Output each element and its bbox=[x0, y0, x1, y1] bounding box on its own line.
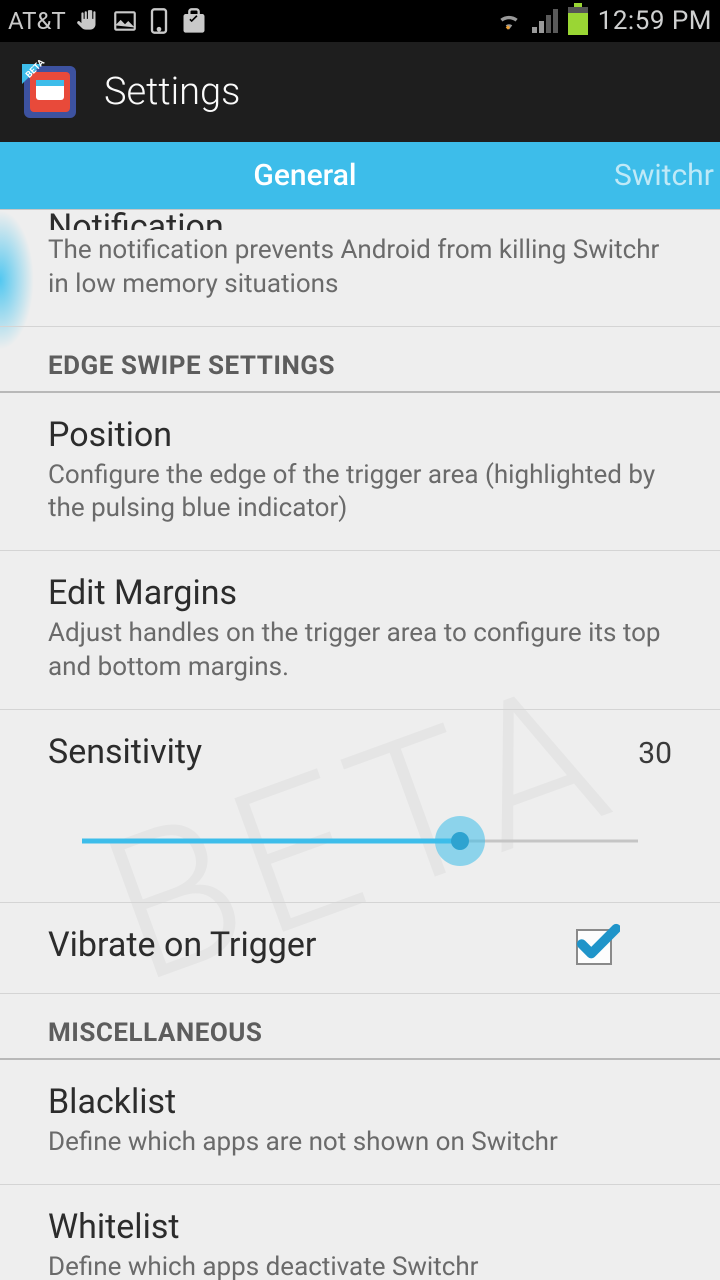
battery-icon bbox=[568, 7, 588, 35]
picture-icon bbox=[112, 8, 138, 34]
item-title: Blacklist bbox=[48, 1082, 672, 1122]
item-subtitle: Configure the edge of the trigger area (… bbox=[48, 459, 672, 527]
phone-icon bbox=[148, 7, 170, 35]
section-miscellaneous: MISCELLANEOUS bbox=[0, 994, 720, 1060]
sensitivity-value: 30 bbox=[638, 736, 672, 771]
status-bar: AT&T 12:59 PM bbox=[0, 0, 720, 42]
hand-icon bbox=[76, 8, 102, 34]
vibrate-checkbox[interactable] bbox=[576, 929, 612, 965]
settings-list[interactable]: BETA Notification The notification preve… bbox=[0, 210, 720, 1280]
check-icon bbox=[574, 921, 620, 967]
item-title: Edit Margins bbox=[48, 573, 672, 613]
section-edge-swipe: EDGE SWIPE SETTINGS bbox=[0, 327, 720, 393]
item-vibrate-on-trigger[interactable]: Vibrate on Trigger bbox=[0, 903, 720, 994]
item-title: Notification bbox=[48, 210, 672, 230]
item-title: Position bbox=[48, 415, 672, 455]
item-subtitle: Define which apps deactivate Switchr bbox=[48, 1251, 672, 1280]
slider-fill bbox=[82, 838, 460, 843]
sensitivity-slider[interactable] bbox=[82, 816, 638, 866]
carrier-label: AT&T bbox=[8, 7, 66, 35]
item-title: Whitelist bbox=[48, 1207, 672, 1247]
tab-bar: General Switchr bbox=[0, 142, 720, 210]
item-whitelist[interactable]: Whitelist Define which apps deactivate S… bbox=[0, 1185, 720, 1280]
item-position[interactable]: Position Configure the edge of the trigg… bbox=[0, 393, 720, 552]
item-notification[interactable]: Notification The notification prevents A… bbox=[0, 210, 720, 327]
item-subtitle: Adjust handles on the trigger area to co… bbox=[48, 617, 672, 685]
page-title: Settings bbox=[104, 70, 240, 114]
item-edit-margins[interactable]: Edit Margins Adjust handles on the trigg… bbox=[0, 551, 720, 710]
item-sensitivity[interactable]: Sensitivity 30 bbox=[0, 710, 720, 903]
item-subtitle: The notification prevents Android from k… bbox=[48, 234, 672, 302]
item-subtitle: Define which apps are not shown on Switc… bbox=[48, 1126, 672, 1160]
shopping-icon bbox=[180, 7, 208, 35]
action-bar: BETA Settings bbox=[0, 42, 720, 142]
app-icon[interactable]: BETA bbox=[18, 60, 82, 124]
item-title: Vibrate on Trigger bbox=[48, 925, 316, 965]
slider-thumb[interactable] bbox=[435, 816, 485, 866]
clock-label: 12:59 PM bbox=[598, 6, 712, 36]
wifi-icon bbox=[496, 10, 522, 32]
item-blacklist[interactable]: Blacklist Define which apps are not show… bbox=[0, 1060, 720, 1185]
tab-switchr[interactable]: Switchr bbox=[610, 142, 720, 209]
signal-icon bbox=[532, 9, 558, 33]
item-title: Sensitivity bbox=[48, 732, 202, 772]
tab-general[interactable]: General bbox=[0, 142, 610, 209]
